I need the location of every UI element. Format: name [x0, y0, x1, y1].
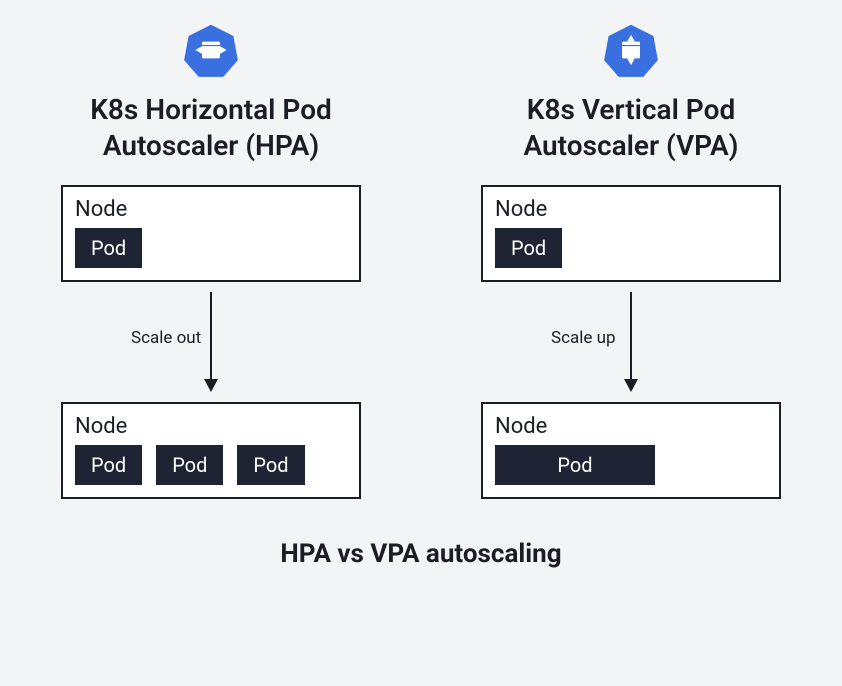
vpa-title: K8s Vertical Pod Autoscaler (VPA) [524, 92, 739, 165]
pod-wide: Pod [495, 445, 655, 485]
vpa-node-before: Node Pod [481, 185, 781, 282]
hpa-title: K8s Horizontal Pod Autoscaler (HPA) [90, 92, 332, 165]
pods-row: Pod [495, 228, 767, 268]
vpa-icon [601, 20, 661, 80]
pod: Pod [237, 445, 304, 485]
pod: Pod [495, 228, 562, 268]
pod: Pod [156, 445, 223, 485]
hpa-column: K8s Horizontal Pod Autoscaler (HPA) Node… [51, 20, 371, 499]
node-label: Node [495, 414, 767, 439]
hpa-icon [181, 20, 241, 80]
node-label: Node [75, 414, 347, 439]
hpa-node-before: Node Pod [61, 185, 361, 282]
hpa-node-after: Node Pod Pod Pod [61, 402, 361, 499]
node-label: Node [75, 197, 347, 222]
arrow-down-icon [621, 287, 641, 397]
pod: Pod [75, 228, 142, 268]
pods-row: Pod [495, 445, 767, 485]
diagram-caption: HPA vs VPA autoscaling [280, 539, 561, 569]
scale-out-label: Scale out [131, 328, 201, 348]
node-label: Node [495, 197, 767, 222]
pods-row: Pod Pod Pod [75, 445, 347, 485]
diagram-columns: K8s Horizontal Pod Autoscaler (HPA) Node… [40, 20, 802, 499]
vpa-arrow-section: Scale up [471, 282, 791, 402]
pod: Pod [75, 445, 142, 485]
arrow-down-icon [201, 287, 221, 397]
vpa-node-after: Node Pod [481, 402, 781, 499]
pods-row: Pod [75, 228, 347, 268]
hpa-arrow-section: Scale out [51, 282, 371, 402]
scale-up-label: Scale up [551, 328, 616, 348]
vpa-column: K8s Vertical Pod Autoscaler (VPA) Node P… [471, 20, 791, 499]
